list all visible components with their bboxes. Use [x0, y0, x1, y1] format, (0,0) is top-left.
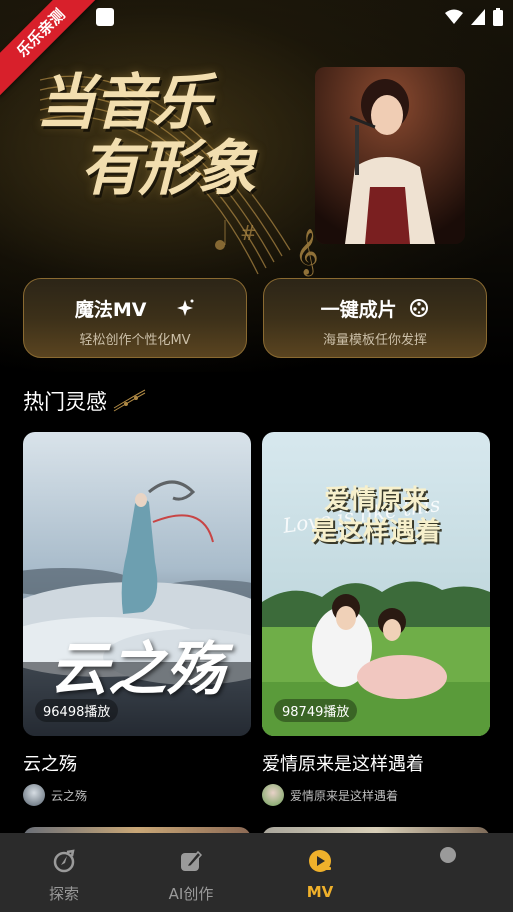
svg-text:#: #	[240, 221, 257, 245]
card-title[interactable]: 云之殇	[23, 750, 77, 776]
card-cover[interactable]: 云之殇 96498播放	[23, 432, 251, 736]
tab-explore[interactable]: 探索	[14, 833, 114, 912]
hero-title: 当音乐 有形象	[36, 70, 306, 202]
inspiration-card[interactable]: Love is like this 爱情原来 是这样遇着 98749播放 爱情原…	[262, 432, 490, 806]
one-click-subtitle: 海量模板任你发挥	[322, 333, 427, 348]
author-name: 云之殇	[51, 788, 88, 803]
author-name: 爱情原来是这样遇着	[290, 788, 399, 803]
card-cover[interactable]: Love is like this 爱情原来 是这样遇着 98749播放	[262, 432, 490, 736]
sparkle-icon	[177, 299, 194, 316]
mv-play-icon	[309, 850, 331, 872]
tab-mv[interactable]: MV	[270, 833, 370, 912]
magic-mv-button[interactable]: 魔法MV 轻松创作个性化MV	[23, 278, 247, 358]
play-count: 96498播放	[35, 699, 119, 722]
bottom-tab-bar: 探索 AI创作 MV	[0, 833, 513, 912]
inspiration-card[interactable]: 云之殇 96498播放 云之殇 云之殇	[23, 432, 251, 806]
hero-title-line2: 有形象	[80, 134, 256, 204]
singer-image	[315, 67, 465, 244]
profile-icon	[440, 847, 456, 863]
hero-title-line1: 当音乐	[36, 68, 212, 138]
section-title: 热门灵感	[23, 390, 107, 414]
one-click-title: 一键成片	[264, 295, 486, 322]
film-reel-icon	[410, 299, 429, 317]
avatar	[23, 784, 45, 806]
signal-icon	[471, 9, 485, 25]
one-click-video-button[interactable]: 一键成片 海量模板任你发挥	[263, 278, 487, 358]
tab-label: AI创作	[168, 885, 214, 903]
card-title[interactable]: 爱情原来是这样遇着	[262, 750, 424, 776]
music-notes-decoration	[113, 389, 146, 412]
avatar	[262, 784, 284, 806]
tab-label: 探索	[48, 885, 79, 903]
battery-icon	[493, 8, 503, 26]
ai-create-icon	[181, 850, 203, 871]
tab-profile[interactable]	[398, 833, 498, 912]
card-author[interactable]: 云之殇	[23, 784, 87, 806]
card-cover-title: 云之殇	[49, 635, 224, 703]
tab-label: MV	[306, 883, 334, 901]
magic-mv-subtitle: 轻松创作个性化MV	[79, 333, 191, 348]
play-count: 98749播放	[274, 699, 358, 722]
tab-ai-create[interactable]: AI创作	[141, 833, 241, 912]
card-author[interactable]: 爱情原来是这样遇着	[262, 784, 398, 806]
notification-icon	[96, 8, 114, 26]
wifi-icon	[445, 9, 463, 24]
card-cover-title: 爱情原来 是这样遇着	[310, 485, 441, 547]
explore-icon	[53, 849, 75, 873]
magic-mv-title: 魔法MV	[24, 295, 246, 322]
